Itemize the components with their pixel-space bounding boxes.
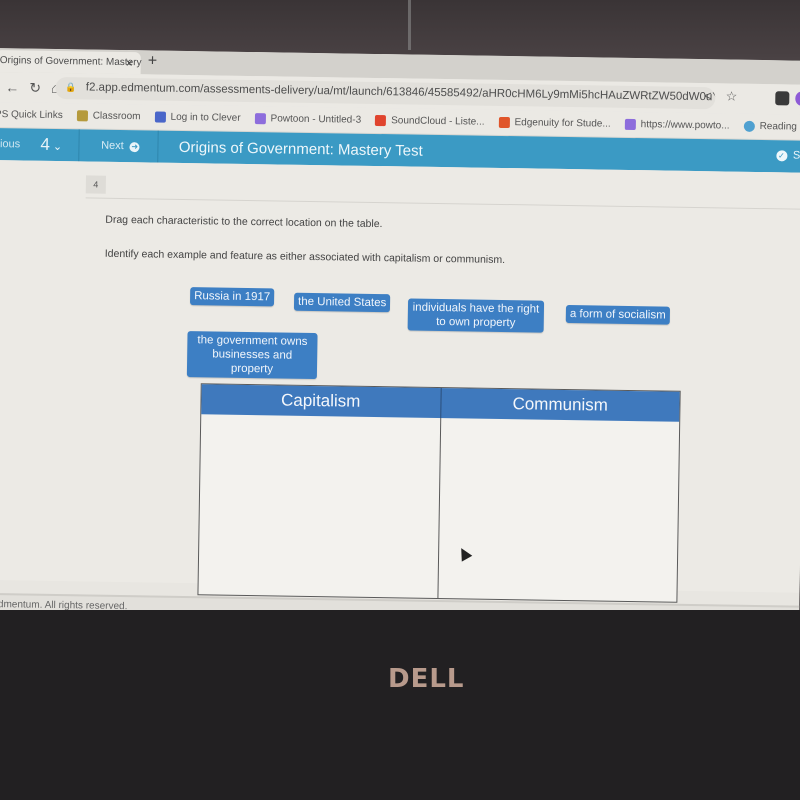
laptop-bezel (0, 610, 800, 800)
back-icon[interactable]: ← (5, 79, 19, 95)
previous-button[interactable]: vious (0, 138, 33, 151)
column-header-communism: Communism (512, 394, 609, 415)
bookmark-soundcloud[interactable]: SoundCloud - Liste... (375, 114, 485, 128)
extension-icon[interactable] (795, 91, 800, 106)
drag-chip-russia-1917[interactable]: Russia in 1917 (189, 287, 275, 307)
bookmark-label: Classroom (92, 110, 141, 123)
arrow-right-icon: ➜ (129, 142, 140, 153)
bookmark-label: SoundCloud - Liste... (391, 115, 485, 128)
divider (85, 197, 800, 210)
classroom-icon (76, 110, 88, 122)
question-selector[interactable]: 4 ⌄ (40, 128, 80, 162)
column-header-capitalism: Capitalism (201, 384, 442, 419)
bookmark-ps-quick-links[interactable]: PS Quick Links (0, 109, 63, 121)
next-label: Next (101, 139, 124, 153)
question-content: 4 Drag each characteristic to the correc… (0, 159, 800, 603)
browser-window: Origins of Government: Mastery × + ← ↻ ⌂… (0, 48, 800, 626)
bookmark-label: Log in to Clever (170, 111, 241, 124)
url-text: f2.app.edmentum.com/assessments-delivery… (85, 81, 716, 104)
bookmark-label: Powtoon - Untitled-3 (270, 113, 362, 126)
extension-icon[interactable] (775, 91, 790, 106)
drop-zone-communism[interactable] (438, 418, 679, 602)
address-bar[interactable]: 🔒 f2.app.edmentum.com/assessments-delive… (55, 76, 716, 110)
edgenuity-icon (498, 116, 510, 129)
drag-chip-individuals-own-property[interactable]: individuals have the right to own proper… (407, 298, 545, 333)
powtoon-icon (624, 118, 636, 131)
question-number: 4 (40, 134, 51, 154)
tab-title: Origins of Government: Mastery (0, 55, 142, 69)
submit-label: Su (792, 149, 800, 162)
next-button[interactable]: Next ➜ (101, 140, 140, 153)
bookmark-label: https://www.powto... (640, 119, 730, 132)
drop-zone-capitalism[interactable] (198, 414, 441, 599)
bookmark-label: Reading Plus | Ada... (759, 121, 800, 133)
cable (408, 0, 411, 50)
bookmark-label: PS Quick Links (0, 108, 63, 122)
check-icon: ✓ (775, 149, 788, 161)
question-number-badge: 4 (85, 175, 107, 194)
clever-icon (154, 111, 166, 123)
prompt-text: Identify each example and feature as eit… (104, 247, 506, 267)
bookmark-edgenuity[interactable]: Edgenuity for Stude... (498, 116, 611, 130)
divider (157, 130, 160, 163)
test-title: Origins of Government: Mastery Test (178, 138, 423, 160)
star-icon[interactable]: ☆ (726, 88, 738, 104)
tab-active[interactable]: Origins of Government: Mastery × (0, 49, 142, 75)
bookmark-powtoon[interactable]: Powtoon - Untitled-3 (254, 113, 361, 126)
readingplus-icon (743, 120, 755, 132)
bookmark-label: Edgenuity for Stude... (514, 117, 611, 130)
bookmark-powtoon-url[interactable]: https://www.powto... (624, 118, 730, 132)
bookmark-classroom[interactable]: Classroom (76, 110, 141, 123)
submit-button[interactable]: ✓ Su (775, 149, 800, 162)
chevron-down-icon: ⌄ (52, 140, 63, 154)
bookmark-reading-plus[interactable]: Reading Plus | Ada... (743, 120, 800, 133)
soundcloud-icon (375, 114, 387, 127)
close-icon[interactable]: × (126, 56, 133, 70)
table-body (198, 414, 679, 601)
reload-icon[interactable]: ↻ (29, 79, 41, 96)
drag-chip-united-states[interactable]: the United States (293, 292, 391, 313)
drag-chip-government-owns-businesses[interactable]: the government owns businesses and prope… (186, 331, 318, 380)
bookmark-clever[interactable]: Log in to Clever (154, 111, 241, 124)
dell-logo: DELL (388, 664, 465, 694)
new-tab-button[interactable]: + (148, 52, 158, 70)
instruction-text: Drag each characteristic to the correct … (105, 213, 383, 231)
drop-table: Capitalism Communism (197, 383, 681, 603)
lock-icon: 🔒 (65, 82, 77, 93)
powtoon-icon (254, 113, 266, 125)
drag-chip-form-of-socialism[interactable]: a form of socialism (565, 304, 670, 325)
share-icon[interactable]: < (704, 88, 712, 104)
